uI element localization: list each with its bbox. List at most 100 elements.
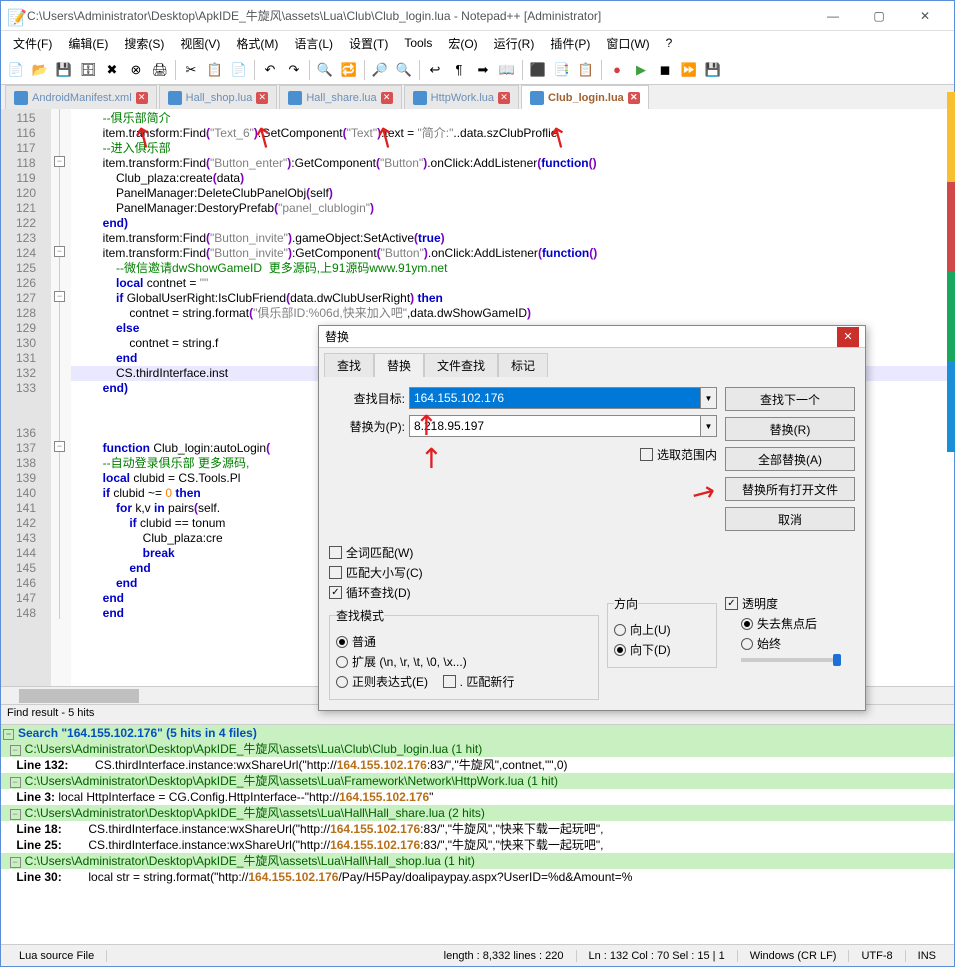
transparency-slider[interactable] bbox=[741, 658, 841, 662]
save-macro-icon[interactable]: 💾 bbox=[702, 59, 724, 81]
cut-icon[interactable]: ✂ bbox=[180, 59, 202, 81]
find-result-line[interactable]: −Search "164.155.102.176" (5 hits in 4 f… bbox=[1, 725, 954, 741]
menu-item[interactable]: 运行(R) bbox=[486, 33, 543, 54]
dialog-tab[interactable]: 替换 bbox=[374, 353, 424, 377]
replace-all-button[interactable]: 全部替换(A) bbox=[725, 447, 855, 471]
find-result-line[interactable]: −C:\Users\Administrator\Desktop\ApkIDE_牛… bbox=[1, 741, 954, 757]
menu-item[interactable]: 宏(O) bbox=[440, 33, 485, 54]
in-selection-checkbox[interactable] bbox=[640, 448, 653, 461]
match-case-checkbox[interactable] bbox=[329, 566, 342, 579]
dialog-tab[interactable]: 文件查找 bbox=[424, 353, 498, 377]
menu-item[interactable]: ? bbox=[658, 34, 681, 52]
menu-item[interactable]: 搜索(S) bbox=[116, 33, 172, 54]
newline-checkbox[interactable] bbox=[443, 675, 456, 688]
dir-up-radio[interactable] bbox=[614, 624, 626, 636]
stop-icon[interactable]: ◼ bbox=[654, 59, 676, 81]
save-icon[interactable]: 💾 bbox=[53, 59, 75, 81]
undo-icon[interactable]: ↶ bbox=[259, 59, 281, 81]
find-result-line[interactable]: Line 18: CS.thirdInterface.instance:wxSh… bbox=[1, 821, 954, 837]
find-dropdown-icon[interactable]: ▼ bbox=[701, 387, 717, 409]
menu-item[interactable]: 窗口(W) bbox=[598, 33, 657, 54]
closeall-icon[interactable]: ⊗ bbox=[125, 59, 147, 81]
cancel-button[interactable]: 取消 bbox=[725, 507, 855, 531]
wrap-checkbox[interactable]: ✓ bbox=[329, 586, 342, 599]
mode-extended-radio[interactable] bbox=[336, 656, 348, 668]
file-tab[interactable]: Club_login.lua✕ bbox=[521, 85, 649, 109]
menu-item[interactable]: 文件(F) bbox=[5, 33, 60, 54]
dialog-tab[interactable]: 查找 bbox=[324, 353, 374, 377]
dialog-titlebar[interactable]: 替换 ✕ bbox=[319, 326, 865, 348]
redo-icon[interactable]: ↷ bbox=[283, 59, 305, 81]
find-result-line[interactable]: Line 30: local str = string.format("http… bbox=[1, 869, 954, 885]
file-tab[interactable]: Hall_share.lua✕ bbox=[279, 85, 401, 109]
find-icon[interactable]: 🔍 bbox=[314, 59, 336, 81]
paste-icon[interactable]: 📄 bbox=[228, 59, 250, 81]
code-line: PanelManager:DeleteClubPanelObj(self) bbox=[71, 186, 954, 201]
menu-item[interactable]: 编辑(E) bbox=[60, 33, 116, 54]
indent-icon[interactable]: ➡ bbox=[472, 59, 494, 81]
find-result-line[interactable]: Line 132: CS.thirdInterface.instance:wxS… bbox=[1, 757, 954, 773]
lang-icon[interactable]: 📖 bbox=[496, 59, 518, 81]
fold-toggle[interactable]: − bbox=[54, 246, 65, 257]
play-icon[interactable]: ▶ bbox=[630, 59, 652, 81]
menu-item[interactable]: Tools bbox=[396, 34, 440, 52]
fold-toggle[interactable]: − bbox=[54, 291, 65, 302]
zoom-in-icon[interactable]: 🔎 bbox=[369, 59, 391, 81]
menu-item[interactable]: 插件(P) bbox=[542, 33, 598, 54]
wrap-icon[interactable]: ↩ bbox=[424, 59, 446, 81]
rec-icon[interactable]: ● bbox=[606, 59, 628, 81]
dialog-close-icon[interactable]: ✕ bbox=[837, 327, 859, 347]
map-icon[interactable]: 📑 bbox=[551, 59, 573, 81]
menu-item[interactable]: 语言(L) bbox=[286, 33, 341, 54]
tab-close-icon[interactable]: ✕ bbox=[136, 92, 148, 104]
find-result-line[interactable]: Line 25: CS.thirdInterface.instance:wxSh… bbox=[1, 837, 954, 853]
close-btn[interactable]: ✕ bbox=[902, 1, 948, 31]
direction-group: 方向 向上(U) 向下(D) bbox=[607, 595, 717, 668]
menu-item[interactable]: 格式(M) bbox=[228, 33, 286, 54]
trans-blur-radio[interactable] bbox=[741, 618, 753, 630]
trans-checkbox[interactable]: ✓ bbox=[725, 597, 738, 610]
dialog-tab[interactable]: 标记 bbox=[498, 353, 548, 377]
find-result-line[interactable]: Line 3: local HttpInterface = CG.Config.… bbox=[1, 789, 954, 805]
close-icon[interactable]: ✖ bbox=[101, 59, 123, 81]
find-result-panel[interactable]: −Search "164.155.102.176" (5 hits in 4 f… bbox=[1, 724, 954, 944]
menu-item[interactable]: 视图(V) bbox=[172, 33, 228, 54]
replace-dropdown-icon[interactable]: ▼ bbox=[701, 415, 717, 437]
tab-close-icon[interactable]: ✕ bbox=[628, 92, 640, 104]
menu-item[interactable]: 设置(T) bbox=[341, 33, 396, 54]
fold-toggle[interactable]: − bbox=[54, 441, 65, 452]
fold-toggle[interactable]: − bbox=[54, 156, 65, 167]
file-tab[interactable]: AndroidManifest.xml✕ bbox=[5, 85, 157, 109]
minimize-btn[interactable]: — bbox=[810, 1, 856, 31]
maximize-btn[interactable]: ▢ bbox=[856, 1, 902, 31]
find-input[interactable] bbox=[409, 387, 701, 409]
dir-down-radio[interactable] bbox=[614, 644, 626, 656]
file-tab[interactable]: Hall_shop.lua✕ bbox=[159, 85, 278, 109]
replace-button[interactable]: 替换(R) bbox=[725, 417, 855, 441]
replace-input[interactable] bbox=[409, 415, 701, 437]
find-result-line[interactable]: −C:\Users\Administrator\Desktop\ApkIDE_牛… bbox=[1, 805, 954, 821]
ff-icon[interactable]: ⏩ bbox=[678, 59, 700, 81]
saveall-icon[interactable]: 🗄 bbox=[77, 59, 99, 81]
open-icon[interactable]: 📂 bbox=[29, 59, 51, 81]
tab-close-icon[interactable]: ✕ bbox=[381, 92, 393, 104]
zoom-out-icon[interactable]: 🔍 bbox=[393, 59, 415, 81]
find-result-line[interactable]: −C:\Users\Administrator\Desktop\ApkIDE_牛… bbox=[1, 773, 954, 789]
new-icon[interactable]: 📄 bbox=[5, 59, 27, 81]
chars-icon[interactable]: ¶ bbox=[448, 59, 470, 81]
tab-close-icon[interactable]: ✕ bbox=[498, 92, 510, 104]
find-result-line[interactable]: −C:\Users\Administrator\Desktop\ApkIDE_牛… bbox=[1, 853, 954, 869]
file-tab[interactable]: HttpWork.lua✕ bbox=[404, 85, 519, 109]
replace-icon[interactable]: 🔁 bbox=[338, 59, 360, 81]
mode-regex-radio[interactable] bbox=[336, 676, 348, 688]
copy-icon[interactable]: 📋 bbox=[204, 59, 226, 81]
print-icon[interactable]: 🖨 bbox=[149, 59, 171, 81]
replace-open-button[interactable]: 替换所有打开文件 bbox=[725, 477, 855, 501]
trans-always-radio[interactable] bbox=[741, 638, 753, 650]
func-icon[interactable]: ⬛ bbox=[527, 59, 549, 81]
mode-normal-radio[interactable] bbox=[336, 636, 348, 648]
find-next-button[interactable]: 查找下一个 bbox=[725, 387, 855, 411]
whole-word-checkbox[interactable] bbox=[329, 546, 342, 559]
tab-close-icon[interactable]: ✕ bbox=[256, 92, 268, 104]
doc-icon[interactable]: 📋 bbox=[575, 59, 597, 81]
